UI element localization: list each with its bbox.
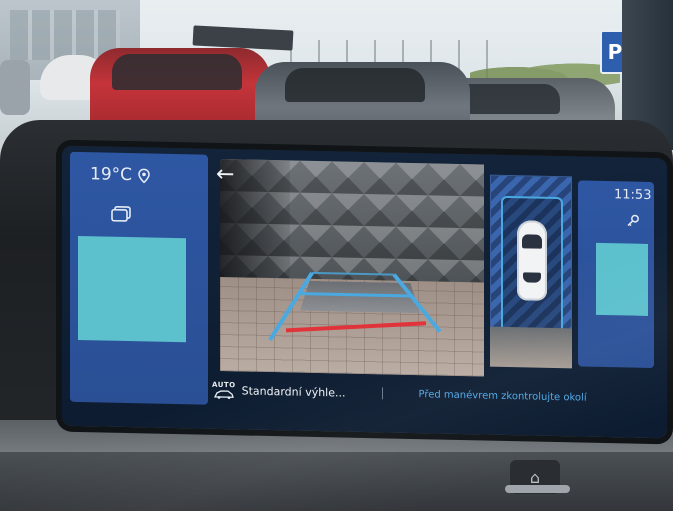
- rear-camera-view: [220, 158, 484, 377]
- outside-temperature: 19°C: [90, 164, 133, 186]
- dashboard-lower-bezel: [0, 452, 673, 511]
- back-arrow-icon[interactable]: ←: [216, 162, 246, 188]
- camera-view-mode-label[interactable]: Standardní výhle...: [242, 384, 346, 399]
- parked-car-far-left: [0, 60, 30, 115]
- infotainment-screen: 19°C ← 11:53 AUTO Standardní výhle... Př…: [62, 145, 667, 439]
- vent-strip: [505, 485, 570, 493]
- temperature-row: 19°C: [90, 164, 150, 185]
- right-widget-tile[interactable]: [596, 242, 648, 316]
- parking-guidelines: [268, 271, 442, 342]
- clock-time: 11:53: [614, 187, 652, 204]
- right-side-panel: 11:53: [578, 180, 654, 369]
- camera-status-bar: AUTO Standardní výhle... Před manévrem z…: [212, 373, 652, 416]
- safety-warning-text: Před manévrem zkontrolujte okolí: [418, 388, 587, 404]
- photo-scene: P ⌂ 19°C ← 11:53 AUTO Standardní výhle..…: [0, 0, 673, 511]
- camera-switch-icon[interactable]: [110, 205, 132, 223]
- auto-car-icon: [213, 388, 235, 399]
- auto-view-button[interactable]: AUTO: [212, 380, 236, 399]
- mid-guideline: [300, 292, 412, 298]
- far-guideline: [312, 271, 394, 276]
- status-divider: [381, 387, 383, 400]
- left-side-panel: 19°C: [70, 151, 208, 405]
- stop-guideline: [285, 321, 427, 333]
- location-pin-icon[interactable]: [138, 168, 150, 184]
- vehicle-top-icon: [517, 220, 547, 301]
- car-view-camera-strip: [490, 326, 572, 369]
- left-widget-tile[interactable]: [78, 235, 186, 343]
- key-icon[interactable]: [626, 213, 640, 227]
- home-icon: ⌂: [529, 467, 541, 487]
